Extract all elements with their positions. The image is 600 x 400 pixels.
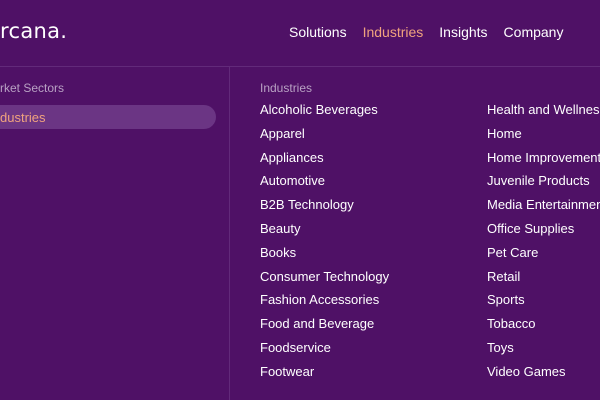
nav-item-insights[interactable]: Insights (439, 24, 487, 40)
industry-link[interactable]: Office Supplies (487, 219, 600, 243)
industry-link[interactable]: Consumer Technology (260, 267, 389, 291)
industries-list-left: Alcoholic Beverages Apparel Appliances A… (260, 100, 389, 386)
industry-link[interactable]: Home Improvement (487, 148, 600, 172)
market-sectors-sidebar: rket Sectors dustries (0, 67, 230, 400)
industries-heading: Industries (260, 81, 313, 95)
industry-link[interactable]: Appliances (260, 148, 389, 172)
top-navigation-bar: rcana. Solutions Industries Insights Com… (0, 0, 600, 67)
industry-link[interactable]: Fashion Accessories (260, 290, 389, 314)
logo[interactable]: rcana. (0, 19, 67, 43)
sidebar-heading: rket Sectors (0, 81, 65, 95)
industry-link[interactable]: Books (260, 243, 389, 267)
industry-link[interactable]: Foodservice (260, 338, 389, 362)
industry-link[interactable]: Apparel (260, 124, 389, 148)
industry-link[interactable]: B2B Technology (260, 195, 389, 219)
industry-link[interactable]: Juvenile Products (487, 171, 600, 195)
industry-link[interactable]: Footwear (260, 362, 389, 386)
nav-item-solutions[interactable]: Solutions (289, 24, 347, 40)
main-nav: Solutions Industries Insights Company (289, 24, 563, 40)
industry-link[interactable]: Sports (487, 290, 600, 314)
industry-link[interactable]: Automotive (260, 171, 389, 195)
industry-link[interactable]: Food and Beverage (260, 314, 389, 338)
industry-link[interactable]: Media Entertainment (487, 195, 600, 219)
industry-link[interactable]: Alcoholic Beverages (260, 100, 389, 124)
industry-link[interactable]: Video Games (487, 362, 600, 386)
sidebar-item-label: dustries (0, 110, 46, 125)
industry-link[interactable]: Tobacco (487, 314, 600, 338)
industry-link[interactable]: Pet Care (487, 243, 600, 267)
industry-link[interactable]: Home (487, 124, 600, 148)
industry-link[interactable]: Toys (487, 338, 600, 362)
industry-link[interactable]: Health and Wellness (487, 100, 600, 124)
industry-link[interactable]: Retail (487, 267, 600, 291)
nav-item-industries[interactable]: Industries (363, 24, 424, 40)
industries-list-right: Health and Wellness Home Home Improvemen… (487, 100, 600, 386)
industry-link[interactable]: Beauty (260, 219, 389, 243)
sidebar-item-industries[interactable]: dustries (0, 105, 216, 129)
nav-item-company[interactable]: Company (504, 24, 564, 40)
